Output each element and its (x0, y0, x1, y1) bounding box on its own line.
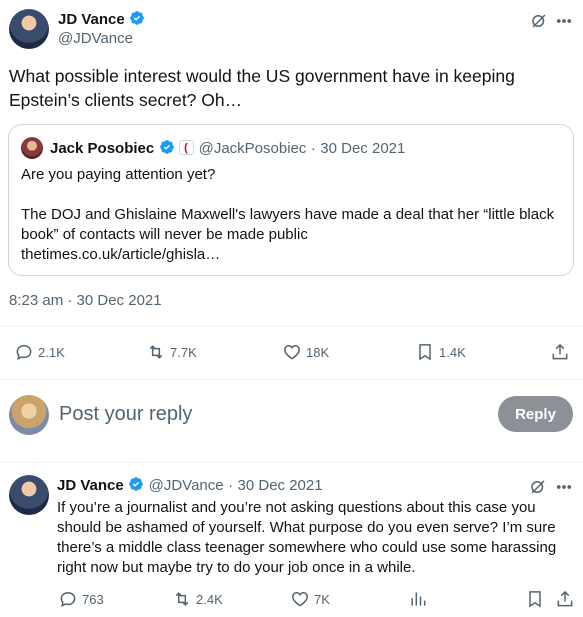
quoted-line-1: Are you paying attention yet? (21, 166, 216, 183)
author-handle[interactable]: @JDVance (58, 30, 133, 47)
divider (0, 326, 583, 327)
verified-badge-icon (130, 11, 145, 25)
like-count: 18K (306, 344, 330, 360)
verified-badge-icon (159, 140, 174, 154)
retweet-count: 7.7K (170, 344, 197, 360)
heart-icon (292, 591, 308, 607)
quoted-tweet-card[interactable]: Jack Posobiec ( @JackPosobiec · 30 Dec 2… (8, 124, 574, 276)
retweet-icon (175, 592, 189, 606)
main-action-bar: 2.1K 7.7K 18K 1.4K (0, 342, 583, 366)
reply-author-avatar[interactable] (9, 475, 49, 515)
quoted-tweet-text: Are you paying attention yet? The DOJ an… (21, 165, 561, 265)
grok-icon[interactable] (528, 10, 550, 32)
reply-author-row: JD Vance @JDVance · 30 Dec 2021 (57, 476, 323, 495)
divider (0, 379, 583, 380)
quoted-author-handle: @JackPosobiec (198, 140, 307, 157)
quoted-author-name: Jack Posobiec (50, 140, 155, 157)
retweet-action[interactable]: 7.7K (146, 342, 197, 362)
retweet-action[interactable]: 2.4K (172, 589, 223, 609)
heart-icon (284, 344, 300, 360)
quoted-author-row: Jack Posobiec ( @JackPosobiec · 30 Dec 2… (50, 139, 405, 158)
reply-author-handle[interactable]: @JDVance (149, 477, 224, 494)
like-action[interactable]: 18K (282, 342, 329, 362)
author-name[interactable]: JD Vance (58, 11, 125, 28)
reply-count: 763 (82, 591, 104, 607)
more-options-icon[interactable] (553, 476, 575, 498)
analytics-icon (411, 592, 426, 606)
retweet-icon (149, 345, 163, 359)
author-avatar[interactable] (9, 9, 49, 49)
bookmark-count: 1.4K (439, 344, 466, 360)
share-action[interactable] (550, 342, 570, 362)
reply-button[interactable]: Reply (498, 396, 573, 432)
bookmark-icon (419, 344, 431, 361)
reply-icon (60, 591, 76, 607)
affiliate-badge-icon: ( (179, 140, 195, 155)
reply-input[interactable]: Post your reply (59, 403, 192, 426)
reply-composer: Post your reply Reply (0, 386, 583, 446)
tweet-timestamp[interactable]: 8:23 am · 30 Dec 2021 (9, 292, 162, 309)
reply-action[interactable]: 763 (58, 589, 104, 609)
tweet-text: What possible interest would the US gove… (9, 66, 515, 110)
views-action[interactable] (408, 589, 428, 609)
reply-tweet[interactable]: JD Vance @JDVance · 30 Dec 2021 If you’r… (0, 463, 583, 617)
verified-badge-icon (129, 477, 144, 491)
grok-icon[interactable] (527, 476, 549, 498)
quoted-line-2: The DOJ and Ghislaine Maxwell's lawyers … (21, 206, 555, 243)
reply-icon (16, 344, 32, 360)
reply-action[interactable]: 2.1K (14, 342, 65, 362)
bookmark-icon (529, 591, 541, 608)
author-name-row: JD Vance (58, 10, 145, 29)
main-tweet-header: JD Vance @JDVance (9, 8, 574, 50)
share-action[interactable] (555, 589, 575, 609)
reply-text: If you’re a journalist and you’re not as… (57, 499, 557, 576)
like-count: 7K (314, 591, 330, 607)
reply-author-name[interactable]: JD Vance (57, 477, 124, 494)
reply-date[interactable]: 30 Dec 2021 (238, 477, 323, 494)
bookmark-action[interactable] (525, 589, 545, 609)
reply-count: 2.1K (38, 344, 65, 360)
bookmark-action[interactable]: 1.4K (415, 342, 466, 362)
quoted-link[interactable]: thetimes.co.uk/article/ghisla… (21, 245, 561, 265)
current-user-avatar[interactable] (9, 395, 49, 435)
more-options-icon[interactable] (553, 10, 575, 32)
share-icon (557, 590, 573, 607)
reply-action-bar: 763 2.4K 7K (0, 589, 583, 613)
dot-separator: · (310, 140, 316, 157)
share-icon (552, 343, 568, 360)
retweet-count: 2.4K (196, 591, 223, 607)
quoted-author-avatar (21, 137, 43, 159)
quoted-date: 30 Dec 2021 (320, 140, 406, 157)
dot-separator: · (228, 477, 234, 494)
like-action[interactable]: 7K (290, 589, 330, 609)
